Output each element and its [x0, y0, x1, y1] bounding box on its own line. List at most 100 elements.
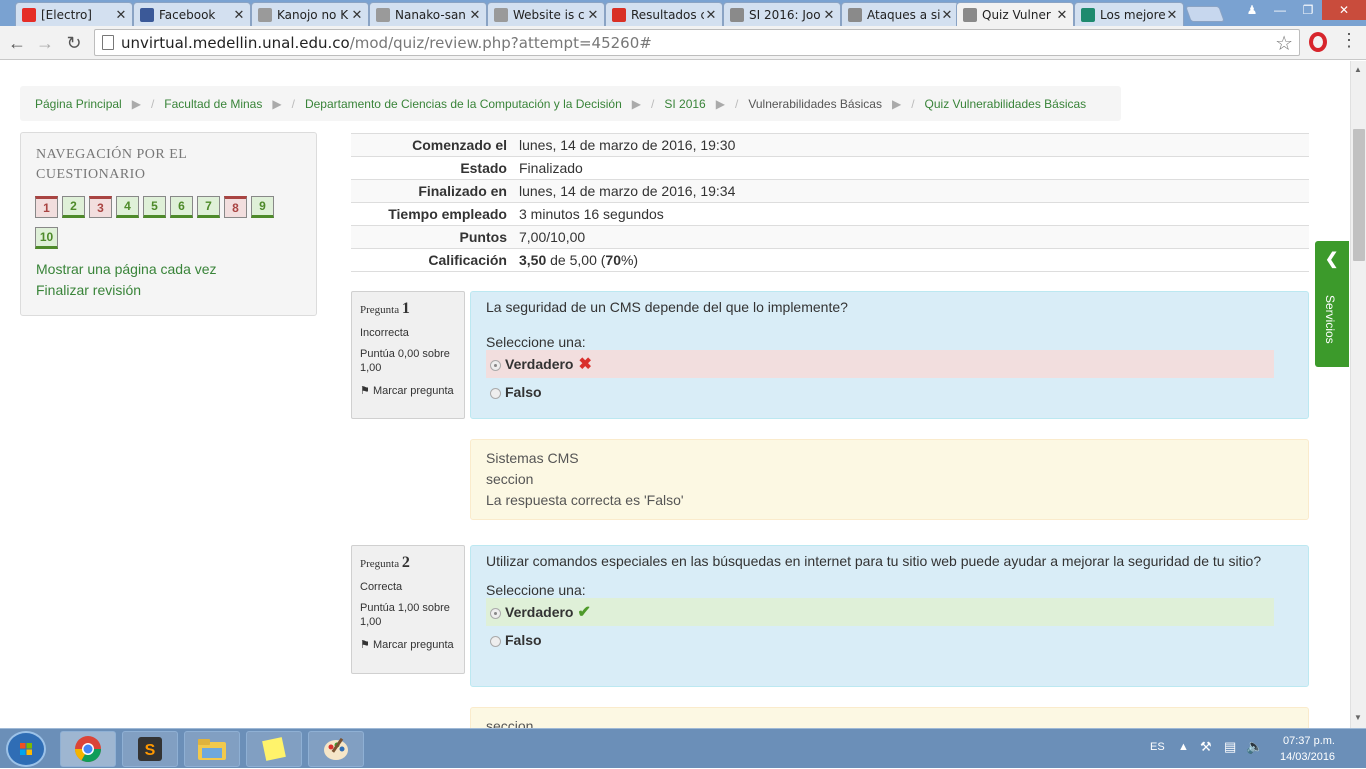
breadcrumb-item-section: Vulnerabilidades Básicas: [748, 96, 882, 111]
question-grade: Puntúa 0,00 sobre 1,00: [360, 348, 450, 374]
quiz-nav-button-10[interactable]: 10: [35, 227, 58, 249]
sublime-text-taskbar-icon[interactable]: S: [122, 731, 178, 767]
answer-option-verdadero[interactable]: Verdadero ✔: [486, 598, 1274, 626]
tab-close-icon[interactable]: ✕: [1165, 7, 1179, 23]
question-formulation: La seguridad de un CMS depende del que l…: [470, 291, 1309, 419]
summary-row: Estado Finalizado: [351, 157, 1309, 180]
clock-date[interactable]: 14/03/2016: [1280, 751, 1335, 763]
tab-close-icon[interactable]: ✕: [468, 7, 482, 23]
restore-icon[interactable]: ❐: [1294, 0, 1322, 20]
language-indicator[interactable]: ES: [1150, 741, 1165, 753]
quiz-nav-button-5[interactable]: 5: [143, 196, 166, 218]
answer-option-verdadero[interactable]: Verdadero ✖: [486, 350, 1274, 378]
url-path: /mod/quiz/review.php?attempt=45260#: [349, 33, 652, 52]
question-info: Pregunta 1 Incorrecta Puntúa 0,00 sobre …: [351, 291, 465, 419]
browser-tab[interactable]: Facebook ✕: [133, 2, 251, 26]
bookmark-star-icon[interactable]: ☆: [1275, 31, 1293, 55]
show-one-page-link[interactable]: Mostrar una página cada vez: [36, 261, 217, 277]
summary-row: Puntos 7,00/10,00: [351, 226, 1309, 249]
back-icon[interactable]: ←: [5, 31, 29, 55]
finish-review-link[interactable]: Finalizar revisión: [36, 282, 141, 298]
browser-tab[interactable]: Website is c ✕: [487, 2, 605, 26]
tab-close-icon[interactable]: ✕: [1055, 7, 1069, 23]
browser-tab[interactable]: Ataques a si ✕: [841, 2, 959, 26]
browser-tab[interactable]: Quiz Vulner ✕: [956, 2, 1074, 26]
flag-question-link[interactable]: ⚑ Marcar pregunta: [360, 638, 456, 652]
sticky-notes-taskbar-icon[interactable]: [246, 731, 302, 767]
tab-close-icon[interactable]: ✕: [704, 7, 718, 23]
flag-question-link[interactable]: ⚑ Marcar pregunta: [360, 384, 456, 398]
system-tray: ES ▲ ⚒ ▤ 🔈 07:37 p.m. 14/03/2016: [1140, 729, 1366, 769]
page-icon: [102, 35, 114, 50]
question-grade: Puntúa 1,00 sobre 1,00: [360, 602, 450, 628]
browser-tab[interactable]: Resultados c ✕: [605, 2, 723, 26]
moodle-icon: [730, 7, 744, 22]
breadcrumb-item-faculty[interactable]: Facultad de Minas: [164, 97, 262, 111]
quiz-nav-button-6[interactable]: 6: [170, 196, 193, 218]
file-explorer-taskbar-icon[interactable]: [184, 731, 240, 767]
quiz-nav-button-9[interactable]: 9: [251, 196, 274, 218]
forward-icon[interactable]: →: [33, 31, 57, 55]
breadcrumb-item-department[interactable]: Departamento de Ciencias de la Computaci…: [305, 97, 622, 111]
chrome-menu-icon[interactable]: ⋮: [1340, 30, 1358, 51]
volume-icon[interactable]: 🔈: [1246, 738, 1263, 755]
answer-option-falso[interactable]: Falso: [486, 626, 1274, 654]
correct-check-icon: ✔: [577, 604, 591, 621]
window-close-icon[interactable]: ✕: [1322, 0, 1366, 20]
browser-tab-label: Los mejores: [1100, 7, 1165, 22]
radio-button[interactable]: [490, 388, 501, 399]
scroll-down-icon[interactable]: ▼: [1354, 713, 1362, 722]
new-tab-button[interactable]: [1185, 6, 1225, 22]
breadcrumb-separator-icon: ▶: [631, 96, 642, 111]
breadcrumb-item-home[interactable]: Página Principal: [35, 97, 122, 111]
quiz-nav-button-8[interactable]: 8: [224, 196, 247, 218]
browser-tab[interactable]: Los mejores ✕: [1074, 2, 1184, 26]
browser-tab[interactable]: Nanako-san ✕: [369, 2, 487, 26]
address-bar[interactable]: unvirtual.medellin.unal.edu.co/mod/quiz/…: [94, 29, 1300, 56]
tab-close-icon[interactable]: ✕: [350, 7, 364, 23]
summary-value: 7,00/10,00: [519, 229, 586, 245]
summary-value: Finalizado: [519, 160, 583, 176]
page-scrollbar[interactable]: ▲ ▼: [1350, 61, 1366, 728]
breadcrumb-item-course[interactable]: SI 2016: [664, 97, 705, 111]
tab-close-icon[interactable]: ✕: [114, 7, 128, 23]
radio-button[interactable]: [490, 608, 501, 619]
opera-extension-icon[interactable]: [1309, 32, 1327, 52]
tab-close-icon[interactable]: ✕: [232, 7, 246, 23]
quiz-nav-button-1[interactable]: 1: [35, 196, 58, 218]
security-tray-icon[interactable]: ⚒: [1200, 739, 1212, 755]
start-button[interactable]: [6, 731, 46, 767]
scroll-up-icon[interactable]: ▲: [1354, 65, 1362, 74]
quiz-nav-button-2[interactable]: 2: [62, 196, 85, 218]
paint-taskbar-icon[interactable]: [308, 731, 364, 767]
quiz-nav-button-4[interactable]: 4: [116, 196, 139, 218]
answer-option-falso[interactable]: Falso: [486, 378, 1274, 406]
network-icon[interactable]: ▤: [1224, 739, 1236, 755]
browser-tab[interactable]: [Electro] ✕: [15, 2, 133, 26]
breadcrumb: Página Principal ▶ / Facultad de Minas ▶ /…: [20, 86, 1121, 121]
tab-close-icon[interactable]: ✕: [822, 7, 836, 23]
minimize-icon[interactable]: —: [1266, 0, 1294, 20]
quiz-navigation-title: NAVEGACIÓN POR EL CUESTIONARIO: [36, 147, 187, 182]
chrome-taskbar-icon[interactable]: [60, 731, 116, 767]
tab-close-icon[interactable]: ✕: [940, 7, 954, 23]
clock-time[interactable]: 07:37 p.m.: [1283, 735, 1335, 747]
radio-button[interactable]: [490, 636, 501, 647]
breadcrumb-separator-icon: ▶: [131, 96, 141, 111]
reload-icon[interactable]: ↻: [62, 31, 86, 55]
summary-row: Calificación 3,50 de 5,00 (70%): [351, 249, 1309, 272]
question-formulation: Utilizar comandos especiales en las búsq…: [470, 545, 1309, 687]
grade-of: de 5,00 (: [546, 252, 606, 268]
browser-tab-label: Kanojo no K: [277, 7, 349, 22]
tray-expand-icon[interactable]: ▲: [1178, 741, 1189, 753]
browser-tab[interactable]: Kanojo no K ✕: [251, 2, 369, 26]
scroll-thumb[interactable]: [1353, 129, 1365, 261]
tab-close-icon[interactable]: ✕: [586, 7, 600, 23]
browser-tab[interactable]: SI 2016: Joo ✕: [723, 2, 841, 26]
breadcrumb-item-quiz[interactable]: Quiz Vulnerabilidades Básicas: [925, 97, 1087, 111]
user-icon[interactable]: ♟: [1238, 0, 1266, 20]
servicios-side-tab[interactable]: ❮ Servicios: [1315, 241, 1349, 367]
quiz-nav-button-7[interactable]: 7: [197, 196, 220, 218]
radio-button[interactable]: [490, 360, 501, 371]
quiz-nav-button-3[interactable]: 3: [89, 196, 112, 218]
